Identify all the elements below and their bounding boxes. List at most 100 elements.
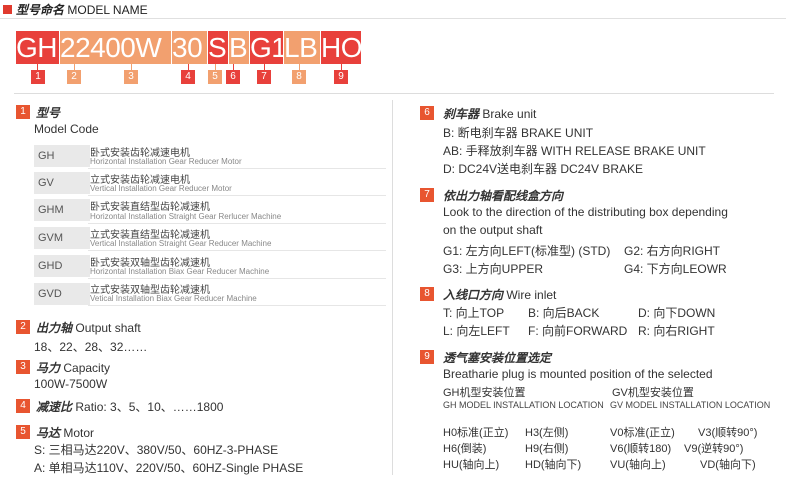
code-num-5: 5 [208, 70, 222, 84]
s7-line-2: on the output shaft [443, 223, 543, 237]
s6-line-b: B: 断电刹车器 BRAKE UNIT [443, 126, 594, 140]
s5-line-s: S: 三相马达220V、380V/50、60HZ-3-PHASE [34, 443, 279, 457]
s9-h0: H0标准(正立) [443, 427, 509, 439]
s2-text: 18、22、28、32…… [34, 340, 148, 354]
code-num-6: 6 [226, 70, 240, 84]
s7-line-1: Look to the direction of the distributin… [443, 205, 728, 219]
s7-g4: G4: 下方向LEOWR [624, 262, 727, 276]
s8-title: 入线口方向 Wire inlet [443, 286, 556, 303]
s9-line-1: Breatharie plug is mounted position of t… [443, 367, 713, 381]
s6-line-ab: AB: 手释放刹车器 WITH RELEASE BRAKE UNIT [443, 144, 706, 158]
code-num-2: 2 [67, 70, 81, 84]
code-22400w: 22400W [60, 31, 171, 64]
s9-v3: V3(顺转90°) [698, 427, 758, 439]
s8-b: B: 向后BACK [528, 306, 600, 320]
s8-l: L: 向左LEFT [443, 324, 510, 338]
title-cn: 型号命名 [16, 3, 65, 17]
section-rule [14, 93, 774, 94]
s1-title-cn: 型号 [36, 106, 61, 120]
s2-title-en: Output shaft [75, 321, 141, 335]
s5-title: 马达 Motor [36, 424, 94, 441]
s6-title-cn: 刹车器 [443, 107, 480, 121]
s5-title-en: Motor [63, 426, 95, 440]
s9-h6: H6(倒装) [443, 443, 487, 455]
s9-gv-en: GV MODEL INSTALLATION LOCATION [610, 400, 771, 410]
code-ho: HO [321, 31, 363, 64]
title-marker [3, 5, 12, 14]
s4-num: 4 [16, 399, 30, 413]
s3-title: 马力 Capacity [36, 359, 110, 376]
row-gh-rule [88, 168, 386, 169]
s4-title-cn: 减速比 [36, 400, 73, 414]
row-gvm-en: Vertical Installation Straight Gear Redu… [90, 239, 272, 248]
code-num-8: 8 [292, 70, 306, 84]
s8-t: T: 向上TOP [443, 306, 505, 320]
s4-title: 减速比 Ratio: 3、5、10、……1800 [36, 398, 223, 415]
s2-title-cn: 出力轴 [36, 321, 73, 335]
row-gvd-rule [88, 305, 386, 306]
code-gh: GH [16, 31, 59, 64]
code-b: B [229, 31, 249, 64]
row-ghd-rule [88, 278, 386, 279]
s4-title-en: Ratio: 3、5、10、……1800 [75, 400, 224, 414]
row-ghm-cn: 卧式安装直结型齿轮减速机 [90, 202, 210, 213]
code-num-1: 1 [31, 70, 45, 84]
s2-title: 出力轴 Output shaft [36, 319, 141, 336]
s5-title-cn: 马达 [36, 426, 61, 440]
s9-v0: V0标准(正立) [610, 427, 675, 439]
row-gv-en: Vertical Installation Gear Reducer Motor [90, 184, 232, 193]
code-row-ghd: GHD [34, 255, 90, 277]
s9-h9: H9(右侧) [525, 443, 569, 455]
s6-num: 6 [420, 106, 434, 120]
s8-f: F: 向前FORWARD [528, 324, 628, 338]
s8-r: R: 向右RIGHT [638, 324, 715, 338]
s9-hu: HU(轴向上) [443, 459, 500, 471]
s7-title-cn: 依出力轴看配线盒方向 [443, 189, 564, 203]
s8-d: D: 向下DOWN [638, 306, 716, 320]
s7-g1: G1: 左方向LEFT(标准型) (STD) [443, 244, 611, 258]
row-ghm-en: Horizontal Installation Straight Gear Re… [90, 212, 282, 221]
code-num-4: 4 [181, 70, 195, 84]
row-ghd-en: Horizontal Installation Biax Gear Reduce… [90, 267, 270, 276]
s8-title-cn: 入线口方向 [443, 288, 504, 302]
row-gh-en: Horizontal Installation Gear Reducer Mot… [90, 157, 242, 166]
row-ghm-rule [88, 223, 386, 224]
title-rule [0, 18, 786, 19]
row-gv-rule [88, 195, 386, 196]
code-30: 30 [172, 31, 207, 64]
s9-v9: V9(逆转90°) [684, 443, 744, 455]
s9-h3: H3(左侧) [525, 427, 569, 439]
s8-title-en: Wire inlet [506, 288, 557, 302]
code-g1: G1 [250, 31, 287, 64]
s9-vu: VU(轴向上) [610, 459, 666, 471]
s1-num: 1 [16, 105, 30, 119]
s9-title-cn: 透气塞安装位置选定 [443, 351, 552, 365]
row-gvm-rule [88, 250, 386, 251]
s6-title-en: Brake unit [482, 107, 537, 121]
code-num-7: 7 [257, 70, 271, 84]
s5-num: 5 [16, 425, 30, 439]
code-lb: LB [284, 31, 320, 64]
s5-line-a: A: 单相马达110V、220V/50、60HZ-Single PHASE [34, 461, 304, 475]
s6-line-d: D: DC24V送电刹车器 DC24V BRAKE [443, 162, 644, 176]
code-s: S [208, 31, 228, 64]
code-row-gh: GH [34, 145, 90, 167]
title-en: MODEL NAME [67, 3, 148, 17]
code-num-9: 9 [334, 70, 348, 84]
s7-num: 7 [420, 188, 434, 202]
code-row-gvm: GVM [34, 227, 90, 249]
s9-num: 9 [420, 350, 434, 364]
s1-title-en: Model Code [34, 122, 99, 136]
s3-text: 100W-7500W [34, 377, 108, 391]
s9-hd: HD(轴向下) [525, 459, 582, 471]
s9-gh-en: GH MODEL INSTALLATION LOCATION [443, 400, 604, 410]
code-row-gvd: GVD [34, 283, 90, 305]
s9-gv-cn: GV机型安装位置 [612, 387, 694, 399]
s9-vd: VD(轴向下) [700, 459, 756, 471]
row-gvd-en: Vetical Installation Biax Gear Reducer M… [90, 294, 257, 303]
s7-g3: G3: 上方向UPPER [443, 262, 544, 276]
s7-g2: G2: 右方向RIGHT [624, 244, 721, 258]
code-row-ghm: GHM [34, 199, 90, 221]
s2-num: 2 [16, 320, 30, 334]
s3-title-en: Capacity [63, 361, 111, 375]
